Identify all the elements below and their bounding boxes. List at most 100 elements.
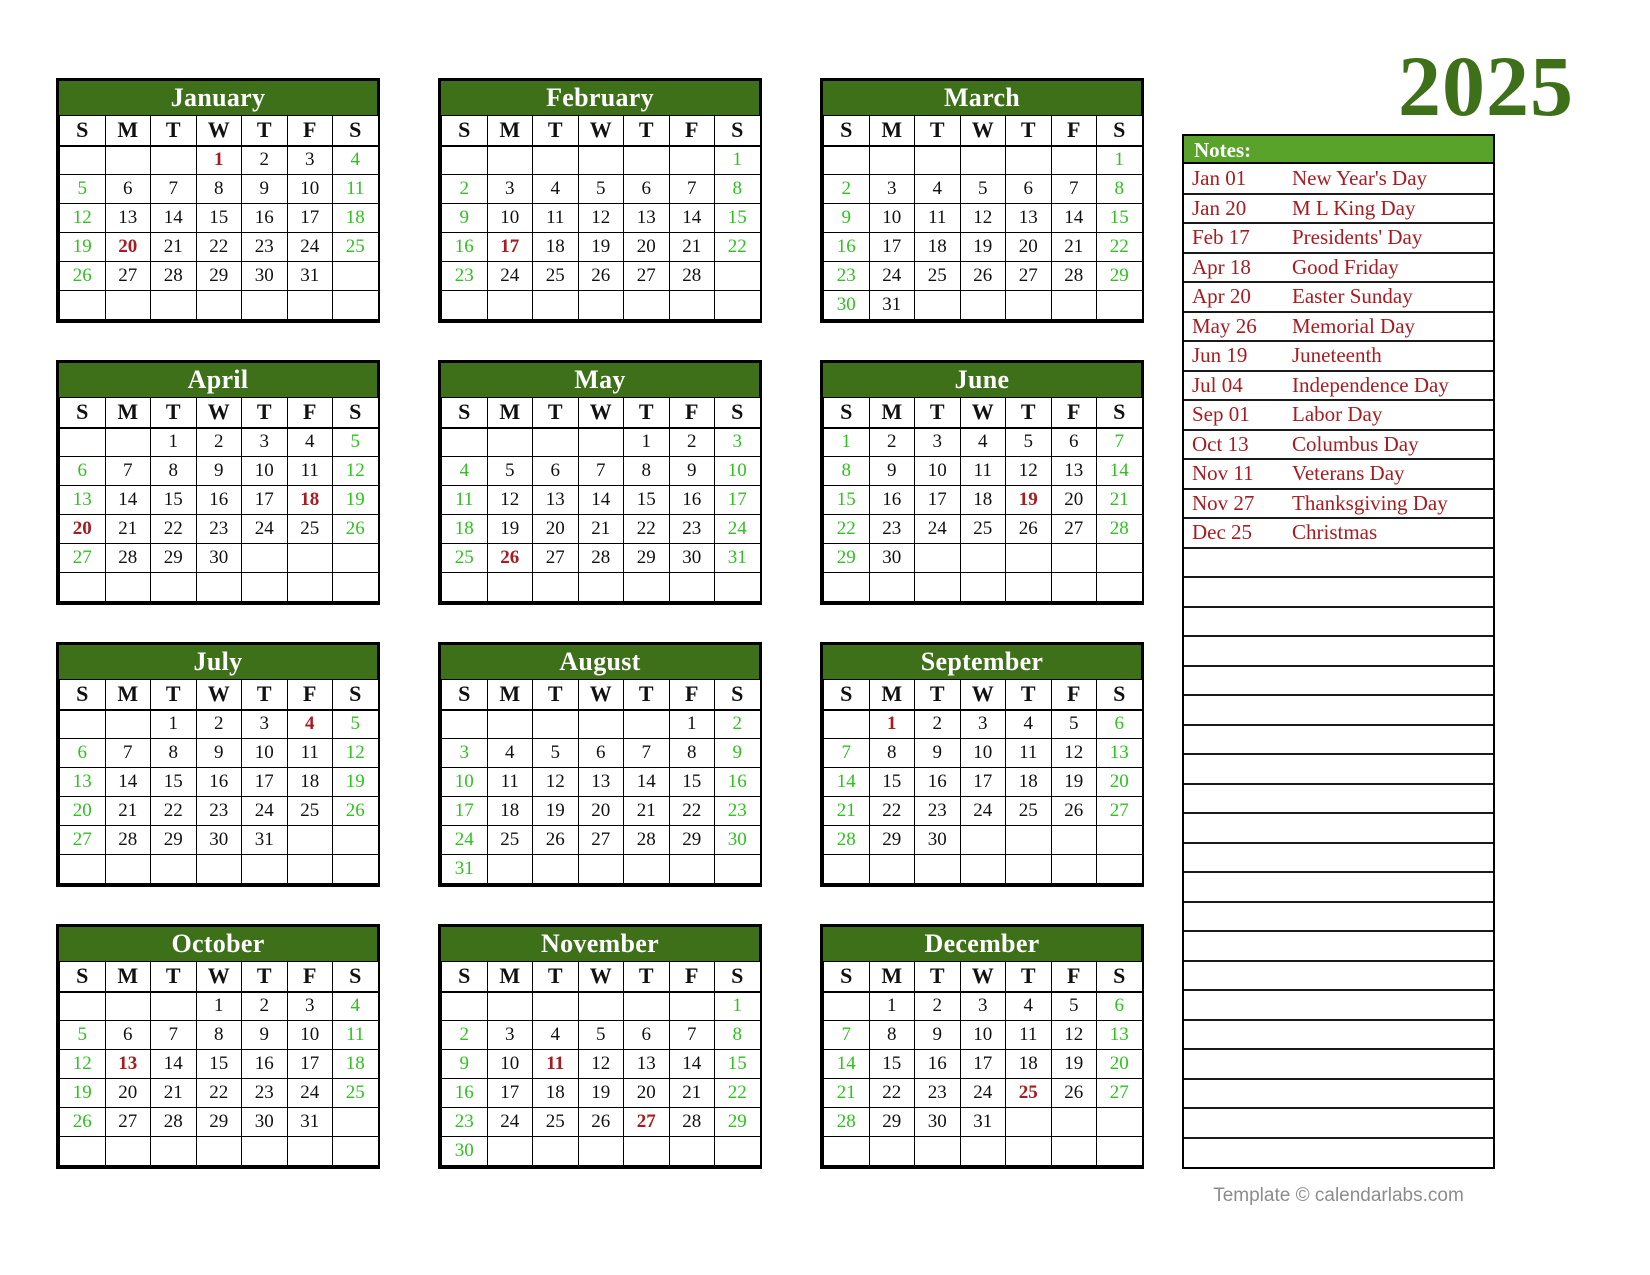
day-cell-holiday[interactable]: 4 — [286, 709, 333, 739]
day-cell-weekend[interactable]: 3 — [714, 427, 761, 457]
day-cell-weekend[interactable]: 19 — [59, 232, 106, 262]
note-blank-line[interactable] — [1184, 724, 1493, 755]
day-cell[interactable]: 14 — [577, 485, 624, 515]
note-row[interactable]: Oct 13 Columbus Day — [1184, 429, 1493, 460]
day-cell-weekend[interactable]: 25 — [332, 232, 379, 262]
day-cell-weekend[interactable]: 18 — [332, 1049, 379, 1079]
day-cell[interactable]: 3 — [486, 174, 533, 204]
note-blank-row[interactable] — [1184, 754, 1493, 785]
day-cell[interactable]: 4 — [486, 738, 533, 768]
day-cell-weekend[interactable]: 24 — [714, 514, 761, 544]
day-cell[interactable]: 13 — [623, 203, 670, 233]
day-cell[interactable]: 28 — [1050, 261, 1097, 291]
day-cell[interactable]: 14 — [150, 203, 197, 233]
day-cell-weekend[interactable]: 13 — [1096, 738, 1143, 768]
day-cell-weekend[interactable]: 27 — [1096, 796, 1143, 826]
day-cell[interactable]: 28 — [623, 825, 670, 855]
day-cell-weekend[interactable]: 18 — [332, 203, 379, 233]
day-cell-weekend[interactable]: 13 — [59, 485, 106, 515]
day-cell-weekend[interactable]: 23 — [441, 1107, 488, 1137]
day-cell-weekend[interactable]: 10 — [714, 456, 761, 486]
note-blank-line[interactable] — [1184, 547, 1493, 578]
day-cell[interactable]: 23 — [868, 514, 915, 544]
day-cell[interactable]: 5 — [1050, 991, 1097, 1021]
day-cell-weekend[interactable]: 14 — [1096, 456, 1143, 486]
day-cell[interactable]: 18 — [1005, 767, 1052, 797]
day-cell[interactable]: 29 — [868, 1107, 915, 1137]
day-cell[interactable]: 7 — [150, 1020, 197, 1050]
day-cell[interactable]: 26 — [577, 261, 624, 291]
day-cell-weekend[interactable]: 28 — [1096, 514, 1143, 544]
day-cell[interactable]: 26 — [1050, 796, 1097, 826]
day-cell[interactable]: 11 — [286, 456, 333, 486]
day-cell[interactable]: 5 — [1005, 427, 1052, 457]
day-cell-holiday[interactable]: 11 — [532, 1049, 579, 1079]
note-row[interactable]: Jan 20 M L King Day — [1184, 193, 1493, 224]
day-cell[interactable]: 23 — [668, 514, 715, 544]
day-cell-weekend[interactable]: 7 — [823, 738, 870, 768]
day-cell[interactable]: 18 — [914, 232, 961, 262]
day-cell-weekend[interactable]: 6 — [1096, 991, 1143, 1021]
note-blank-row[interactable] — [1184, 842, 1493, 873]
day-cell-weekend[interactable]: 14 — [823, 767, 870, 797]
day-cell[interactable]: 16 — [241, 203, 288, 233]
day-cell[interactable]: 25 — [486, 825, 533, 855]
day-cell[interactable]: 16 — [914, 767, 961, 797]
note-row[interactable]: May 26 Memorial Day — [1184, 311, 1493, 342]
day-cell-weekend[interactable]: 29 — [1096, 261, 1143, 291]
day-cell[interactable]: 22 — [623, 514, 670, 544]
day-cell[interactable]: 13 — [104, 203, 151, 233]
day-cell[interactable]: 27 — [532, 543, 579, 573]
day-cell[interactable]: 14 — [104, 485, 151, 515]
day-cell[interactable]: 7 — [150, 174, 197, 204]
note-blank-row[interactable] — [1184, 1019, 1493, 1050]
day-cell[interactable]: 25 — [286, 514, 333, 544]
day-cell-weekend[interactable]: 21 — [823, 1078, 870, 1108]
day-cell[interactable]: 18 — [1005, 1049, 1052, 1079]
day-cell[interactable]: 21 — [577, 514, 624, 544]
day-cell[interactable]: 1 — [868, 991, 915, 1021]
day-cell[interactable]: 5 — [1050, 709, 1097, 739]
day-cell[interactable]: 11 — [486, 767, 533, 797]
day-cell[interactable]: 26 — [577, 1107, 624, 1137]
day-cell-weekend[interactable]: 11 — [441, 485, 488, 515]
day-cell[interactable]: 16 — [195, 485, 242, 515]
day-cell[interactable]: 8 — [868, 738, 915, 768]
day-cell[interactable]: 3 — [959, 991, 1006, 1021]
note-blank-row[interactable] — [1184, 931, 1493, 962]
day-cell-weekend[interactable]: 8 — [823, 456, 870, 486]
day-cell[interactable]: 22 — [195, 1078, 242, 1108]
day-cell[interactable]: 24 — [286, 232, 333, 262]
day-cell[interactable]: 23 — [195, 796, 242, 826]
day-cell[interactable]: 5 — [959, 174, 1006, 204]
day-cell[interactable]: 10 — [486, 1049, 533, 1079]
day-cell[interactable]: 6 — [1005, 174, 1052, 204]
day-cell[interactable]: 2 — [914, 709, 961, 739]
day-cell[interactable]: 27 — [1050, 514, 1097, 544]
day-cell[interactable]: 10 — [486, 203, 533, 233]
day-cell[interactable]: 13 — [1050, 456, 1097, 486]
day-cell[interactable]: 12 — [577, 1049, 624, 1079]
day-cell[interactable]: 3 — [241, 709, 288, 739]
day-cell[interactable]: 27 — [1005, 261, 1052, 291]
day-cell[interactable]: 6 — [1050, 427, 1097, 457]
note-row[interactable]: Jul 04 Independence Day — [1184, 370, 1493, 401]
day-cell-weekend[interactable]: 2 — [441, 1020, 488, 1050]
note-row[interactable]: Apr 18 Good Friday — [1184, 252, 1493, 283]
day-cell[interactable]: 28 — [104, 543, 151, 573]
note-blank-line[interactable] — [1184, 1108, 1493, 1139]
day-cell[interactable]: 11 — [959, 456, 1006, 486]
day-cell-weekend[interactable]: 9 — [823, 203, 870, 233]
day-cell[interactable]: 17 — [486, 1078, 533, 1108]
day-cell[interactable]: 14 — [623, 767, 670, 797]
day-cell-weekend[interactable]: 14 — [823, 1049, 870, 1079]
day-cell[interactable]: 22 — [868, 796, 915, 826]
day-cell[interactable]: 18 — [959, 485, 1006, 515]
day-cell-weekend[interactable]: 22 — [1096, 232, 1143, 262]
day-cell-weekend[interactable]: 11 — [332, 1020, 379, 1050]
day-cell-weekend[interactable]: 8 — [1096, 174, 1143, 204]
day-cell[interactable]: 30 — [668, 543, 715, 573]
note-row[interactable]: Nov 11 Veterans Day — [1184, 459, 1493, 490]
day-cell[interactable]: 17 — [868, 232, 915, 262]
day-cell[interactable]: 1 — [150, 427, 197, 457]
